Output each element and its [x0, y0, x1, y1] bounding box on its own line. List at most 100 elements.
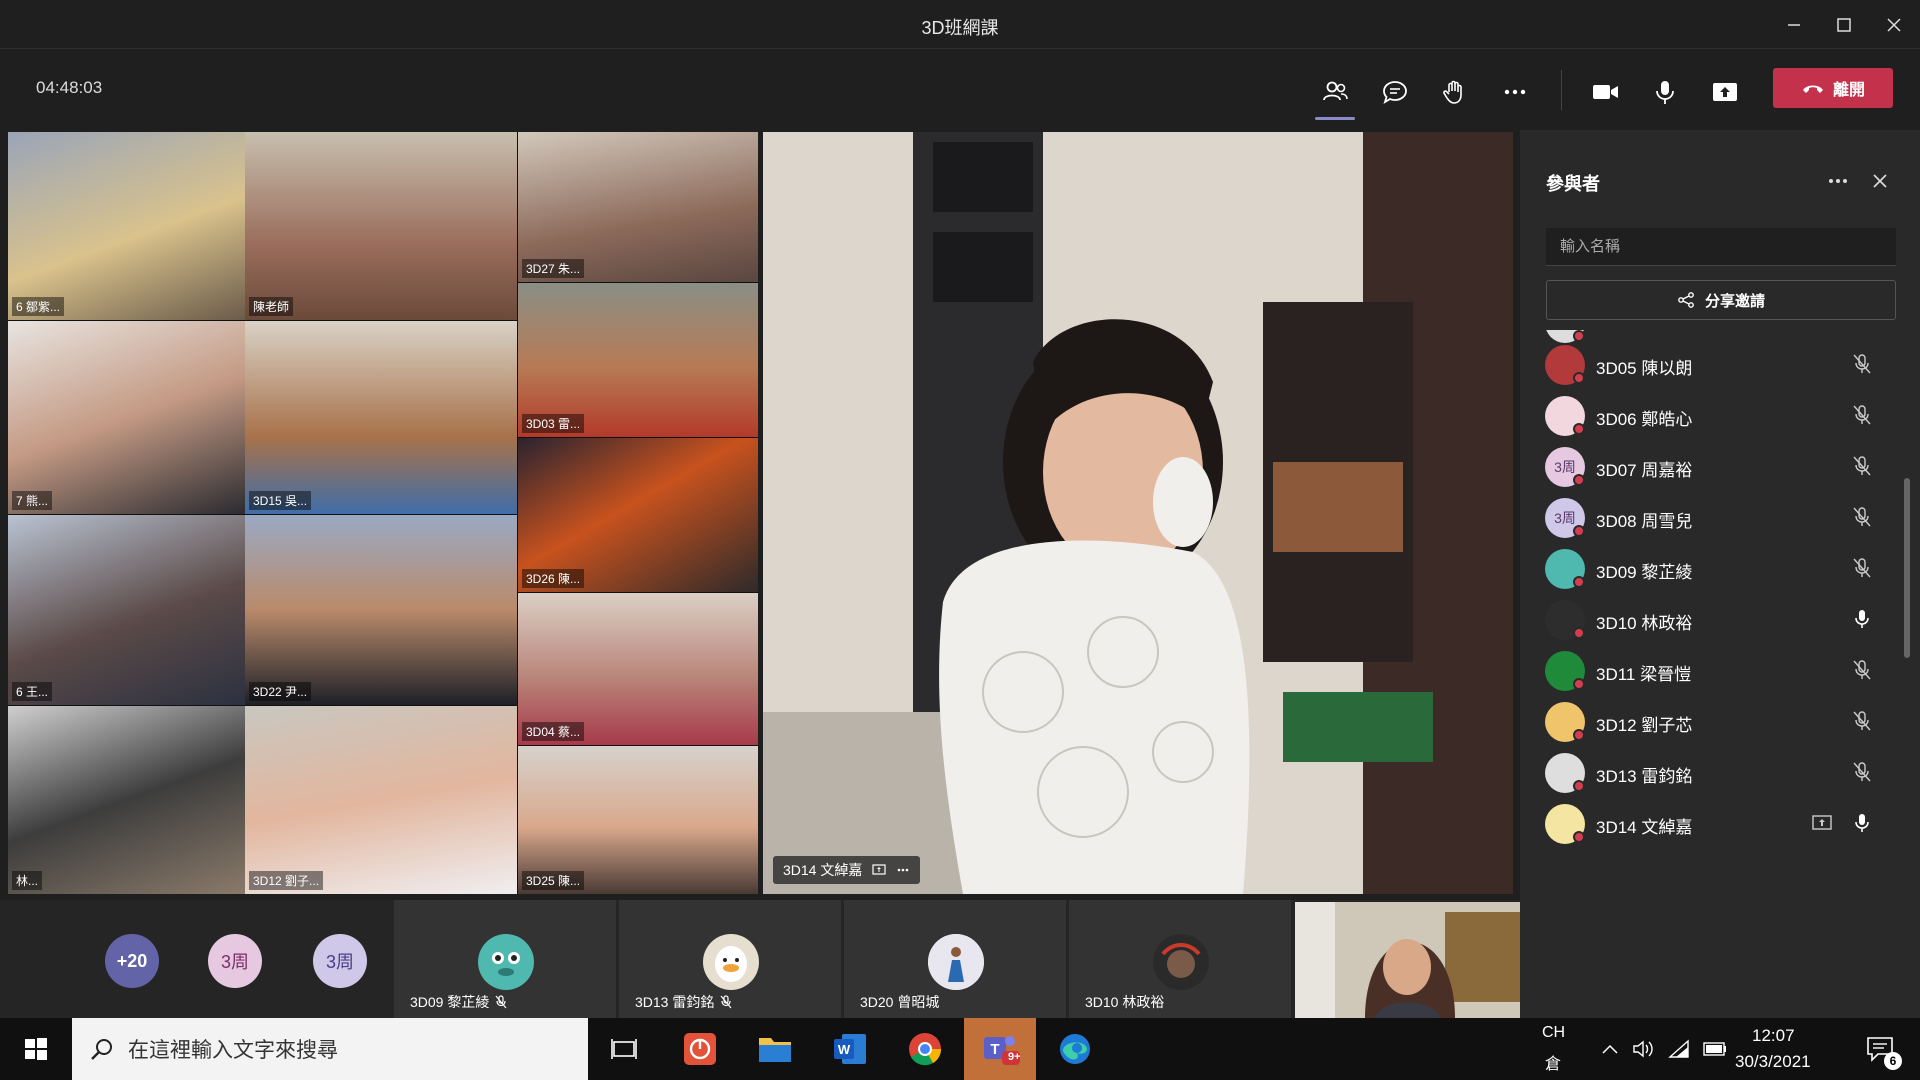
- mic-off-icon[interactable]: [1850, 403, 1874, 427]
- language-indicator[interactable]: CH: [1542, 1024, 1565, 1042]
- battery-button[interactable]: [1697, 1018, 1733, 1080]
- video-tile[interactable]: 3D25 陳...: [518, 746, 758, 894]
- taskbar-app-chrome[interactable]: [889, 1018, 961, 1080]
- avatar: [928, 934, 984, 990]
- video-tile[interactable]: 3D26 陳...: [518, 438, 758, 592]
- main-video[interactable]: 3D14 文綽嘉: [763, 132, 1513, 894]
- video-tile[interactable]: 3D12 劉子...: [245, 706, 517, 894]
- notification-count-badge: 6: [1884, 1052, 1902, 1070]
- taskbar-app-edge[interactable]: [1039, 1018, 1111, 1080]
- strip-tile-name: 3D09 黎芷綾: [410, 994, 490, 1010]
- camera-icon: [1593, 85, 1618, 99]
- close-icon: [1873, 174, 1887, 188]
- taskbar-app-power[interactable]: [664, 1018, 736, 1080]
- video-tile[interactable]: 林...: [8, 706, 245, 894]
- status-dot: [1573, 831, 1585, 843]
- panel-close-button[interactable]: [1862, 166, 1898, 196]
- video-tile[interactable]: 3D15 吳...: [245, 321, 517, 514]
- video-tile[interactable]: 3D03 雷...: [518, 283, 758, 437]
- tile-name: 3D27 朱...: [522, 259, 585, 278]
- taskbar-app-teams[interactable]: T 9+: [964, 1018, 1036, 1080]
- taskbar-app-explorer[interactable]: [739, 1018, 811, 1080]
- status-dot: [1573, 627, 1585, 639]
- avatar: [478, 934, 534, 990]
- participant-row[interactable]: 3D14 文綽嘉: [1520, 793, 1900, 855]
- strip-tile[interactable]: 3D10 林政裕: [1069, 900, 1291, 1018]
- taskbar-search-placeholder: 在這裡輸入文字來搜尋: [128, 1039, 338, 1062]
- clock-date[interactable]: 30/3/2021: [1735, 1052, 1811, 1072]
- network-button[interactable]: [1661, 1018, 1697, 1080]
- participants-button[interactable]: [1313, 70, 1357, 120]
- mic-button[interactable]: [1643, 70, 1687, 114]
- share-icon: [1678, 292, 1694, 308]
- share-screen-button[interactable]: [1703, 70, 1747, 114]
- participant-name: 3D14 文綽嘉: [1596, 818, 1693, 837]
- panel-more-button[interactable]: [1820, 166, 1856, 196]
- share-invite-button[interactable]: 分享邀請: [1546, 280, 1896, 320]
- participants-panel: 參與者 分享邀請 3D05 陳以朗3D06 鄭皓心3周3D07 周嘉裕3周3D0…: [1520, 130, 1920, 1018]
- participant-search-input[interactable]: [1546, 228, 1896, 266]
- volume-button[interactable]: [1625, 1018, 1661, 1080]
- mic-off-icon[interactable]: [1850, 556, 1874, 580]
- maximize-button[interactable]: [1819, 0, 1869, 49]
- tile-name: 3D03 雷...: [522, 414, 585, 433]
- main-video-image: [763, 132, 1513, 894]
- more-icon[interactable]: [896, 863, 910, 877]
- screen-share-indicator-icon: [872, 864, 886, 875]
- participant-name: 3D05 陳以朗: [1596, 359, 1693, 378]
- mic-off-icon[interactable]: [1850, 505, 1874, 529]
- leave-button[interactable]: 離開: [1773, 68, 1893, 108]
- video-tile[interactable]: 3D22 尹...: [245, 515, 517, 705]
- task-view-button[interactable]: [588, 1018, 660, 1080]
- status-dot: [1573, 678, 1585, 690]
- raise-hand-button[interactable]: [1433, 70, 1477, 114]
- video-tile[interactable]: 陳老師: [245, 132, 517, 320]
- video-tile[interactable]: 6 王...: [8, 515, 245, 705]
- chat-button[interactable]: [1373, 70, 1417, 114]
- main-video-name: 3D14 文綽嘉: [783, 862, 863, 878]
- strip-tile[interactable]: 3D20 曾昭城: [844, 900, 1066, 1018]
- panel-scrollbar[interactable]: [1904, 478, 1910, 658]
- status-dot: [1573, 372, 1585, 384]
- clock-time[interactable]: 12:07: [1752, 1026, 1795, 1046]
- more-actions-button[interactable]: [1493, 70, 1537, 114]
- avatar[interactable]: 3周: [208, 934, 262, 988]
- minimize-button[interactable]: [1769, 0, 1819, 49]
- participant-name: 3D06 鄭皓心: [1596, 410, 1693, 429]
- svg-text:T: T: [990, 1041, 999, 1058]
- meeting-toolbar: 04:48:03 離開: [0, 50, 1920, 130]
- mic-off-icon[interactable]: [1850, 658, 1874, 682]
- mic-off-icon[interactable]: [1850, 709, 1874, 733]
- mic-off-icon[interactable]: [1850, 760, 1874, 784]
- notifications-button[interactable]: 6: [1850, 1018, 1910, 1080]
- participant-name: 3D10 林政裕: [1596, 614, 1693, 633]
- video-tile[interactable]: 7 熊...: [8, 321, 245, 514]
- mic-icon[interactable]: [1850, 607, 1874, 631]
- strip-tile[interactable]: 3D13 雷鈞銘: [619, 900, 841, 1018]
- edge-icon: [1060, 1034, 1090, 1064]
- taskbar-search-box[interactable]: 在這裡輸入文字來搜尋: [72, 1018, 588, 1080]
- battery-icon: [1703, 1042, 1726, 1056]
- strip-tile[interactable]: 3D09 黎芷綾: [394, 900, 616, 1018]
- video-tile[interactable]: 3D04 蔡...: [518, 593, 758, 745]
- mic-off-icon[interactable]: [1850, 454, 1874, 478]
- word-icon: W: [834, 1034, 866, 1064]
- avatar[interactable]: 3周: [313, 934, 367, 988]
- chrome-icon: [909, 1033, 942, 1066]
- wifi-icon: [1668, 1039, 1689, 1058]
- video-tile[interactable]: 6 鄒紫...: [8, 132, 245, 320]
- camera-button[interactable]: [1584, 70, 1628, 114]
- ime-indicator[interactable]: 倉: [1545, 1050, 1561, 1074]
- avatar: [703, 934, 759, 990]
- mic-off-icon[interactable]: [1850, 352, 1874, 376]
- close-window-button[interactable]: [1869, 0, 1919, 49]
- mic-icon[interactable]: [1850, 811, 1874, 835]
- start-button[interactable]: [0, 1018, 72, 1080]
- self-video-preview[interactable]: [1295, 902, 1520, 1018]
- video-tile[interactable]: 3D27 朱...: [518, 132, 758, 282]
- overflow-participants-button[interactable]: +20: [105, 934, 159, 988]
- taskbar-app-word[interactable]: W: [814, 1018, 886, 1080]
- show-hidden-icons-button[interactable]: [1590, 1018, 1630, 1080]
- more-icon: [1829, 179, 1847, 183]
- tile-name: 3D12 劉子...: [249, 871, 324, 890]
